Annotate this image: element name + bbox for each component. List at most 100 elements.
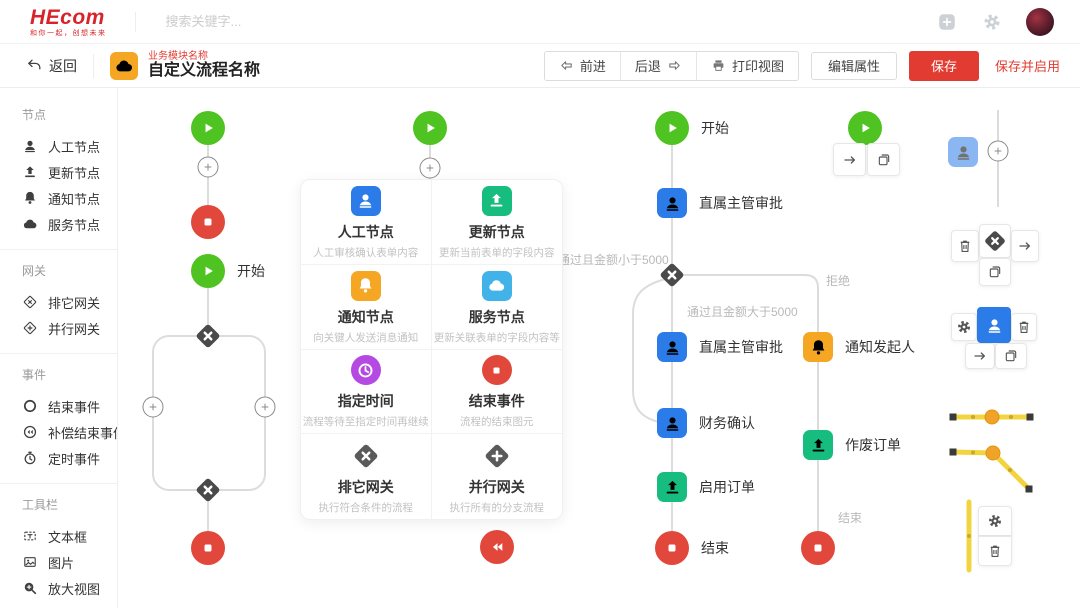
bell-icon <box>351 271 381 301</box>
sidebar-item[interactable]: 缩小视图 <box>22 601 117 608</box>
sidebar-item-label: 补偿结束事件 <box>48 423 118 442</box>
palette-item-desc: 执行所有的分支流程 <box>450 500 545 515</box>
flow-module-icon <box>110 52 138 80</box>
connector-delete-button[interactable] <box>978 536 1012 566</box>
flow-node-bell[interactable]: 通知发起人 <box>803 332 833 362</box>
flow-node-compensate-end[interactable] <box>480 530 514 564</box>
add-app-icon[interactable] <box>936 11 958 33</box>
node-settings-button[interactable] <box>951 313 977 341</box>
flow-node-start[interactable] <box>848 111 882 145</box>
flow-node-user-faded[interactable] <box>948 137 978 167</box>
connector-settings-button[interactable] <box>978 506 1012 536</box>
palette-item[interactable]: 通知节点向关键人发送消息通知 <box>301 265 432 350</box>
topbar-actions <box>936 8 1054 36</box>
flow-node-user[interactable]: 财务确认 <box>657 408 687 438</box>
flow-node-start[interactable] <box>413 111 447 145</box>
sidebar-item[interactable]: 通知节点 <box>22 185 117 211</box>
upload-icon <box>482 186 512 216</box>
palette-item-title: 通知节点 <box>338 307 394 327</box>
sidebar-item[interactable]: 图片 <box>22 549 117 575</box>
palette-item[interactable]: 指定时间流程等待至指定时间再继续 <box>301 350 432 435</box>
flow-node-gateway[interactable] <box>193 321 223 351</box>
sidebar-section: 事件结束事件补偿结束事件定时事件 <box>0 354 117 484</box>
sidebar-item[interactable]: 结束事件 <box>22 393 117 419</box>
sidebar-item[interactable]: 补偿结束事件 <box>22 419 117 445</box>
flow-node-start[interactable] <box>191 111 225 145</box>
copy-icon <box>987 264 1003 280</box>
flow-node-end[interactable]: 结束 <box>655 531 689 565</box>
connect-arrow-button[interactable] <box>1011 230 1039 262</box>
backward-label: 后退 <box>635 56 661 75</box>
palette-item[interactable]: 人工节点人工审核确认表单内容 <box>301 180 432 265</box>
palette-item-title: 排它网关 <box>338 477 394 497</box>
palette-item-desc: 更新关联表单的字段内容等 <box>434 330 560 345</box>
flow-node-start[interactable]: 开始 <box>191 254 225 288</box>
flow-node-end[interactable] <box>191 531 225 565</box>
selected-user-node[interactable] <box>977 307 1011 343</box>
delete-node-button[interactable] <box>951 230 979 262</box>
avatar[interactable] <box>1026 8 1054 36</box>
palette-item[interactable]: 并行网关执行所有的分支流程 <box>432 434 563 519</box>
flow-node-user[interactable]: 直属主管审批 <box>657 332 687 362</box>
forward-button[interactable]: 前进 <box>545 52 620 80</box>
palette-item[interactable]: 排它网关执行符合条件的流程 <box>301 434 432 519</box>
sidebar-item[interactable]: 定时事件 <box>22 445 117 471</box>
sidebar-item[interactable]: 更新节点 <box>22 159 117 185</box>
settings-gear-icon[interactable] <box>982 12 1002 32</box>
search-input[interactable] <box>164 13 468 30</box>
flow-node-add[interactable] <box>420 158 441 179</box>
sidebar-item[interactable]: 服务节点 <box>22 211 117 237</box>
copy-node-button[interactable] <box>979 258 1011 286</box>
sidebar-section: 节点人工节点更新节点通知节点服务节点 <box>0 94 117 250</box>
save-and-enable-button[interactable]: 保存并启用 <box>991 56 1064 75</box>
connector-midpoint-handles[interactable] <box>985 410 1000 460</box>
flow-node-upload[interactable]: 作废订单 <box>803 430 833 460</box>
sidebar-item-label: 排它网关 <box>48 293 100 312</box>
sidebar-item[interactable]: 文本框 <box>22 523 117 549</box>
flow-node-start[interactable]: 开始 <box>655 111 689 145</box>
delete-node-button[interactable] <box>1011 313 1037 341</box>
palette-item-desc: 执行符合条件的流程 <box>319 500 414 515</box>
sidebar-item-label: 通知节点 <box>48 189 100 208</box>
print-view-button[interactable]: 打印视图 <box>696 52 798 80</box>
trash-icon <box>957 238 973 254</box>
connect-arrow-button[interactable] <box>965 343 995 369</box>
sidebar-item[interactable]: 排它网关 <box>22 289 117 315</box>
sidebar-item[interactable]: 放大视图 <box>22 575 117 601</box>
back-button[interactable]: 返回 <box>26 56 77 76</box>
flow-node-add[interactable] <box>198 157 219 178</box>
flow-node-add[interactable] <box>255 397 276 418</box>
gateway-node-card[interactable] <box>979 224 1011 258</box>
toolbar-actions: 前进 后退 打印视图 编辑属性 保存 保存并启用 <box>544 51 1064 81</box>
node-palette-panel: 人工节点人工审核确认表单内容更新节点更新当前表单的字段内容通知节点向关键人发送消… <box>300 179 563 520</box>
sidebar-item-label: 缩小视图 <box>48 605 100 608</box>
zoom-in-icon <box>22 580 38 596</box>
sidebar-item[interactable]: 人工节点 <box>22 133 117 159</box>
flow-node-end[interactable] <box>801 531 835 565</box>
arrow-right-icon <box>1017 238 1033 254</box>
copy-node-button[interactable] <box>867 143 900 176</box>
flow-node-user[interactable]: 直属主管审批 <box>657 188 687 218</box>
arrow-right-icon <box>972 348 988 364</box>
flow-node-gateway[interactable] <box>657 260 687 290</box>
sidebar-item[interactable]: 并行网关 <box>22 315 117 341</box>
flow-node-add[interactable] <box>143 397 164 418</box>
flow-canvas[interactable]: 人工节点人工审核确认表单内容更新节点更新当前表单的字段内容通知节点向关键人发送消… <box>118 88 1080 608</box>
palette-item-title: 并行网关 <box>469 477 525 497</box>
palette-item-desc: 更新当前表单的字段内容 <box>439 245 555 260</box>
palette-item[interactable]: 更新节点更新当前表单的字段内容 <box>432 180 563 265</box>
connect-arrow-button[interactable] <box>833 143 866 176</box>
palette-item[interactable]: 结束事件流程的结束图元 <box>432 350 563 435</box>
flow-node-end[interactable] <box>191 205 225 239</box>
flow-node-add[interactable] <box>988 141 1009 162</box>
user-icon <box>22 138 38 154</box>
save-button[interactable]: 保存 <box>909 51 979 81</box>
flow-node-gateway[interactable] <box>193 475 223 505</box>
copy-node-button[interactable] <box>995 343 1027 369</box>
backward-button[interactable]: 后退 <box>620 52 696 80</box>
logo[interactable]: HEcom 和你一起，创想未来 <box>30 7 107 37</box>
print-label: 打印视图 <box>732 56 784 75</box>
palette-item[interactable]: 服务节点更新关联表单的字段内容等 <box>432 265 563 350</box>
edit-properties-button[interactable]: 编辑属性 <box>811 52 897 80</box>
flow-node-upload[interactable]: 启用订单 <box>657 472 687 502</box>
